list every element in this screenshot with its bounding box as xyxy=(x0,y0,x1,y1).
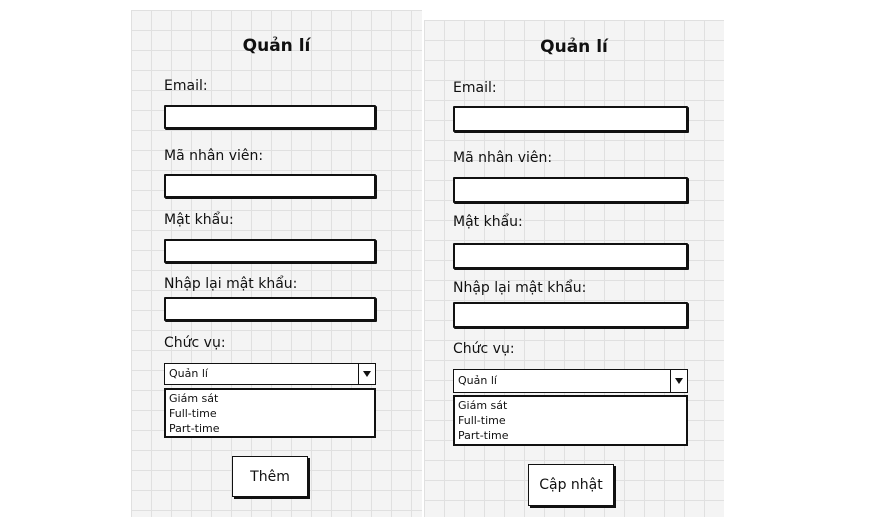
confirm-password-field[interactable] xyxy=(164,297,376,321)
employee-id-field[interactable] xyxy=(453,177,688,203)
role-option[interactable]: Giám sát xyxy=(169,391,374,406)
role-option[interactable]: Part-time xyxy=(458,428,686,443)
chevron-down-icon[interactable] xyxy=(358,364,375,384)
add-manager-form: Quản lí Email: Mã nhân viên: Mật khẩu: N… xyxy=(131,10,422,517)
password-field[interactable] xyxy=(164,239,376,263)
form-title: Quản lí xyxy=(242,36,311,56)
role-selected-value: Quản lí xyxy=(169,367,208,380)
confirm-password-label: Nhập lại mật khẩu: xyxy=(453,280,587,296)
role-select[interactable]: Quản lí xyxy=(453,369,688,393)
role-options-list: Giám sát Full-time Part-time xyxy=(453,395,688,446)
email-label: Email: xyxy=(164,78,208,94)
employee-id-field[interactable] xyxy=(164,174,376,198)
role-option[interactable]: Full-time xyxy=(169,406,374,421)
employee-id-label: Mã nhân viên: xyxy=(164,148,264,164)
password-field[interactable] xyxy=(453,243,688,269)
employee-id-label: Mã nhân viên: xyxy=(453,150,553,166)
role-option[interactable]: Full-time xyxy=(458,413,686,428)
role-select[interactable]: Quản lí xyxy=(164,363,376,385)
update-button[interactable]: Cập nhật xyxy=(528,464,614,506)
chevron-down-icon[interactable] xyxy=(670,370,687,392)
email-label: Email: xyxy=(453,80,497,96)
form-title: Quản lí xyxy=(540,37,608,57)
role-option[interactable]: Part-time xyxy=(169,421,374,436)
role-option[interactable]: Giám sát xyxy=(458,398,686,413)
email-field[interactable] xyxy=(453,106,688,132)
password-label: Mật khẩu: xyxy=(164,212,234,228)
password-label: Mật khẩu: xyxy=(453,214,523,230)
update-manager-form: Quản lí Email: Mã nhân viên: Mật khẩu: N… xyxy=(424,20,724,517)
add-button[interactable]: Thêm xyxy=(232,456,308,497)
confirm-password-label: Nhập lại mật khẩu: xyxy=(164,276,298,292)
role-selected-value: Quản lí xyxy=(458,374,497,387)
email-field[interactable] xyxy=(164,105,376,129)
role-options-list: Giám sát Full-time Part-time xyxy=(164,388,376,438)
role-label: Chức vụ: xyxy=(453,341,515,357)
role-label: Chức vụ: xyxy=(164,335,226,351)
confirm-password-field[interactable] xyxy=(453,302,688,328)
